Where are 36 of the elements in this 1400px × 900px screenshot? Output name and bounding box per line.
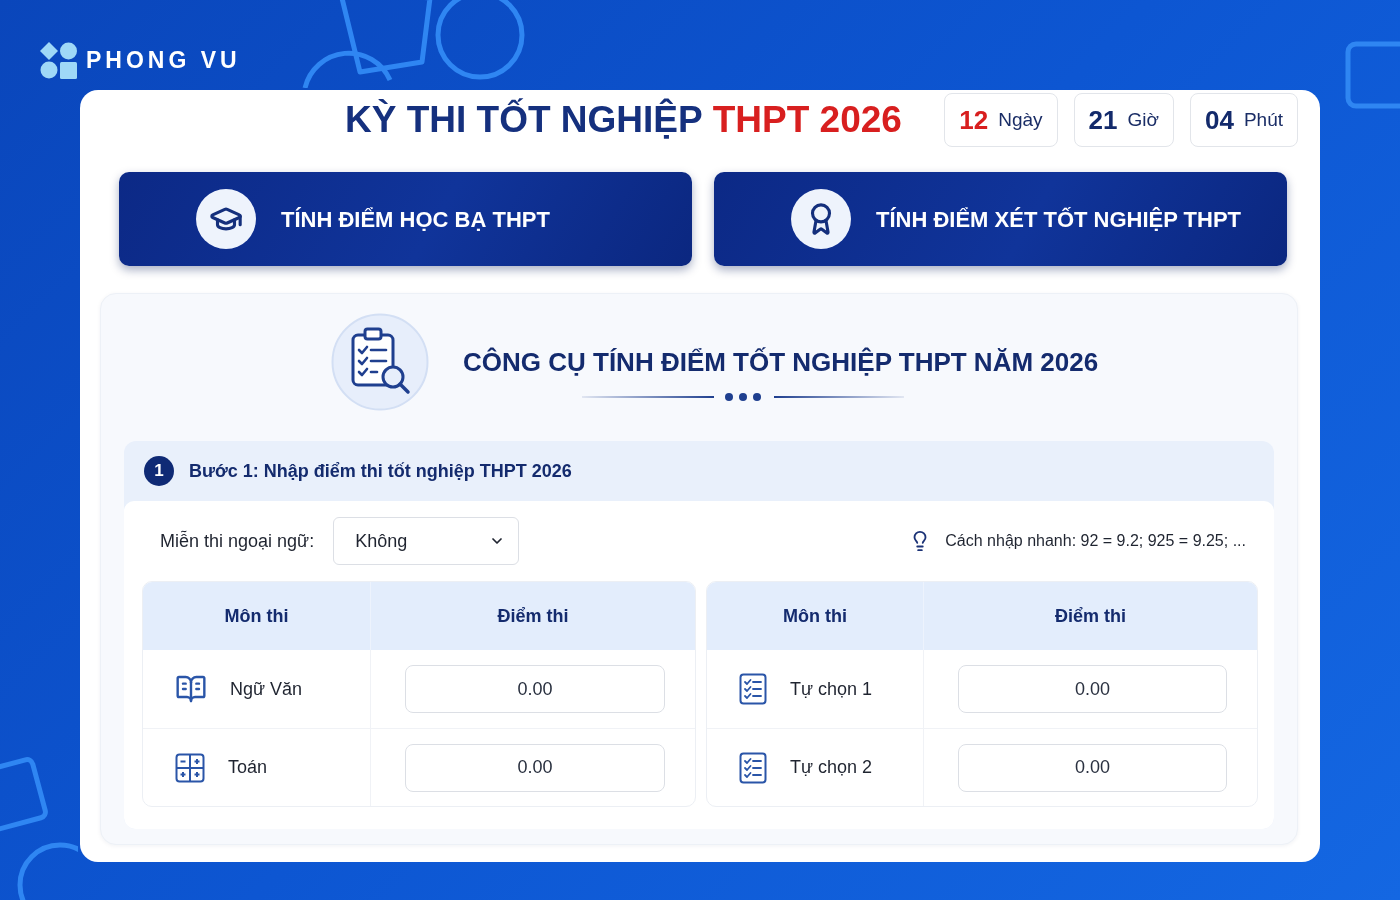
open-book-icon	[175, 673, 207, 705]
column-header: Điểm thi	[1055, 604, 1126, 628]
countdown-unit: Giờ	[1127, 107, 1159, 132]
score-input[interactable]: 0.00	[958, 665, 1227, 713]
countdown-value: 12	[959, 103, 989, 137]
field-label: Miễn thi ngoại ngữ:	[160, 529, 315, 553]
tool-title: CÔNG CỤ TÍNH ĐIỂM TỐT NGHIỆP THPT NĂM 2026	[463, 346, 1099, 378]
subject-name: Toán	[228, 756, 268, 779]
checklist-icon	[739, 751, 767, 784]
subject-name: Ngữ Văn	[230, 677, 303, 701]
score-input[interactable]: 0.00	[405, 665, 665, 713]
countdown-unit: Phút	[1243, 107, 1283, 132]
score-input[interactable]: 0.00	[405, 743, 665, 792]
countdown-value: 21	[1088, 103, 1118, 137]
calculator-mode-button[interactable]: TÍNH ĐIỂM XÉT TỐT NGHIỆP THPT	[714, 172, 1287, 266]
countdown-value: 04	[1205, 103, 1234, 137]
award-ribbon-icon	[791, 189, 851, 249]
calculator-mode-button[interactable]: TÍNH ĐIỂM HỌC BẠ THPT	[119, 172, 692, 266]
countdown-unit: Ngày	[998, 107, 1043, 132]
exemption-select[interactable]: Không	[333, 517, 520, 565]
subject-name: Tự chọn 1	[790, 677, 873, 701]
logo-shapes-icon	[40, 41, 78, 79]
column-header: Điểm thi	[497, 604, 569, 628]
subject-name: Tự chọn 2	[790, 756, 873, 779]
clipboard-search-icon	[331, 313, 429, 411]
calculator-icon	[175, 752, 205, 783]
checklist-icon	[739, 673, 767, 705]
step-number: 1	[144, 456, 174, 486]
column-header: Môn thi	[224, 604, 289, 628]
step-title: Bước 1: Nhập điểm thi tốt nghiệp THPT 2026	[189, 459, 572, 483]
page-title: KỲ THI TỐT NGHIỆP THPT 2026	[345, 98, 902, 142]
score-input[interactable]: 0.00	[958, 743, 1227, 792]
brand-logo-text: PHONG VU	[86, 48, 241, 72]
column-header: Môn thi	[783, 604, 847, 628]
graduation-cap-icon	[196, 189, 256, 249]
hint-text: Cách nhập nhanh: 92 = 9.2; 925 = 9.25; ...	[945, 531, 1246, 551]
